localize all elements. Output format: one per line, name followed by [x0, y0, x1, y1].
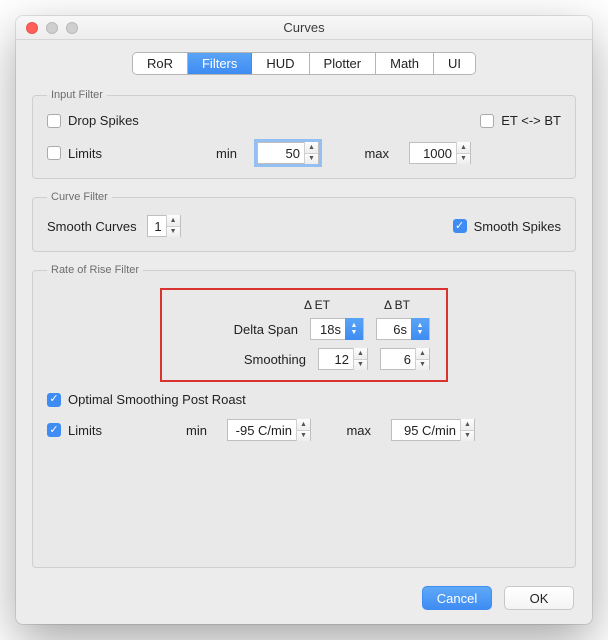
checkbox-icon: ✓ — [47, 393, 61, 407]
window-titlebar: Curves — [16, 16, 592, 40]
checkbox-icon: ✓ — [453, 219, 467, 233]
stepper-icon[interactable]: ▲▼ — [353, 348, 367, 370]
curves-window: Curves RoR Filters HUD Plotter Math UI I… — [16, 16, 592, 624]
col-header-et: Δ ET — [292, 298, 342, 312]
stepper-icon[interactable]: ▲▼ — [296, 419, 310, 441]
stepper-icon[interactable]: ▲▼ — [415, 348, 429, 370]
ror-highlight-box: Δ ET Δ BT Delta Span 18s ▲▼ 6s ▲▼ Smooth… — [160, 288, 448, 382]
stepper-icon[interactable]: ▲▼ — [166, 215, 180, 237]
input-max-field[interactable]: 1000 ▲▼ — [409, 142, 471, 164]
tab-filters[interactable]: Filters — [188, 53, 252, 74]
stepper-icon[interactable]: ▲▼ — [456, 142, 470, 164]
ror-max-field[interactable]: 95 C/min ▲▼ — [391, 419, 475, 441]
curve-filter-legend: Curve Filter — [47, 191, 112, 203]
curve-filter-group: Curve Filter Smooth Curves 1 ▲▼ ✓ Smooth… — [32, 191, 576, 252]
delta-span-label: Delta Span — [178, 322, 298, 337]
ror-limits-checkbox[interactable]: ✓ Limits — [47, 423, 157, 438]
col-header-bt: Δ BT — [372, 298, 422, 312]
cancel-button[interactable]: Cancel — [422, 586, 492, 610]
smoothing-et-field[interactable]: 12 ▲▼ — [318, 348, 368, 370]
tab-hud[interactable]: HUD — [252, 53, 309, 74]
ror-min-field[interactable]: -95 C/min ▲▼ — [227, 419, 311, 441]
tab-ror[interactable]: RoR — [133, 53, 188, 74]
ror-min-label: min — [177, 423, 207, 438]
min-label: min — [177, 146, 237, 161]
max-label: max — [339, 146, 389, 161]
smooth-curves-label: Smooth Curves — [47, 219, 137, 234]
ror-filter-legend: Rate of Rise Filter — [47, 264, 143, 276]
smooth-spikes-checkbox[interactable]: ✓ Smooth Spikes — [453, 219, 561, 234]
drop-spikes-checkbox[interactable]: Drop Spikes — [47, 113, 139, 128]
smooth-curves-field[interactable]: 1 ▲▼ — [147, 215, 181, 237]
input-filter-group: Input Filter Drop Spikes ET <-> BT Limit… — [32, 89, 576, 179]
smoothing-bt-field[interactable]: 6 ▲▼ — [380, 348, 430, 370]
optimal-smoothing-checkbox[interactable]: ✓ Optimal Smoothing Post Roast — [47, 392, 561, 407]
window-title: Curves — [16, 20, 592, 35]
chevron-updown-icon: ▲▼ — [411, 318, 429, 340]
smoothing-label: Smoothing — [178, 352, 306, 367]
ror-filter-group: Rate of Rise Filter Δ ET Δ BT Delta Span… — [32, 264, 576, 568]
tab-plotter[interactable]: Plotter — [310, 53, 377, 74]
stepper-icon[interactable]: ▲▼ — [304, 142, 318, 164]
et-bt-checkbox[interactable]: ET <-> BT — [480, 113, 561, 128]
chevron-updown-icon: ▲▼ — [345, 318, 363, 340]
checkbox-icon — [47, 114, 61, 128]
ror-max-label: max — [331, 423, 371, 438]
ok-button[interactable]: OK — [504, 586, 574, 610]
input-limits-checkbox[interactable]: Limits — [47, 146, 157, 161]
checkbox-icon — [47, 146, 61, 160]
delta-span-et-select[interactable]: 18s ▲▼ — [310, 318, 364, 340]
input-filter-legend: Input Filter — [47, 89, 107, 101]
checkbox-icon: ✓ — [47, 423, 61, 437]
checkbox-icon — [480, 114, 494, 128]
input-min-field[interactable]: 50 ▲▼ — [257, 142, 319, 164]
stepper-icon[interactable]: ▲▼ — [460, 419, 474, 441]
tab-ui[interactable]: UI — [434, 53, 475, 74]
tab-bar: RoR Filters HUD Plotter Math UI — [132, 52, 476, 75]
delta-span-bt-select[interactable]: 6s ▲▼ — [376, 318, 430, 340]
tab-math[interactable]: Math — [376, 53, 434, 74]
